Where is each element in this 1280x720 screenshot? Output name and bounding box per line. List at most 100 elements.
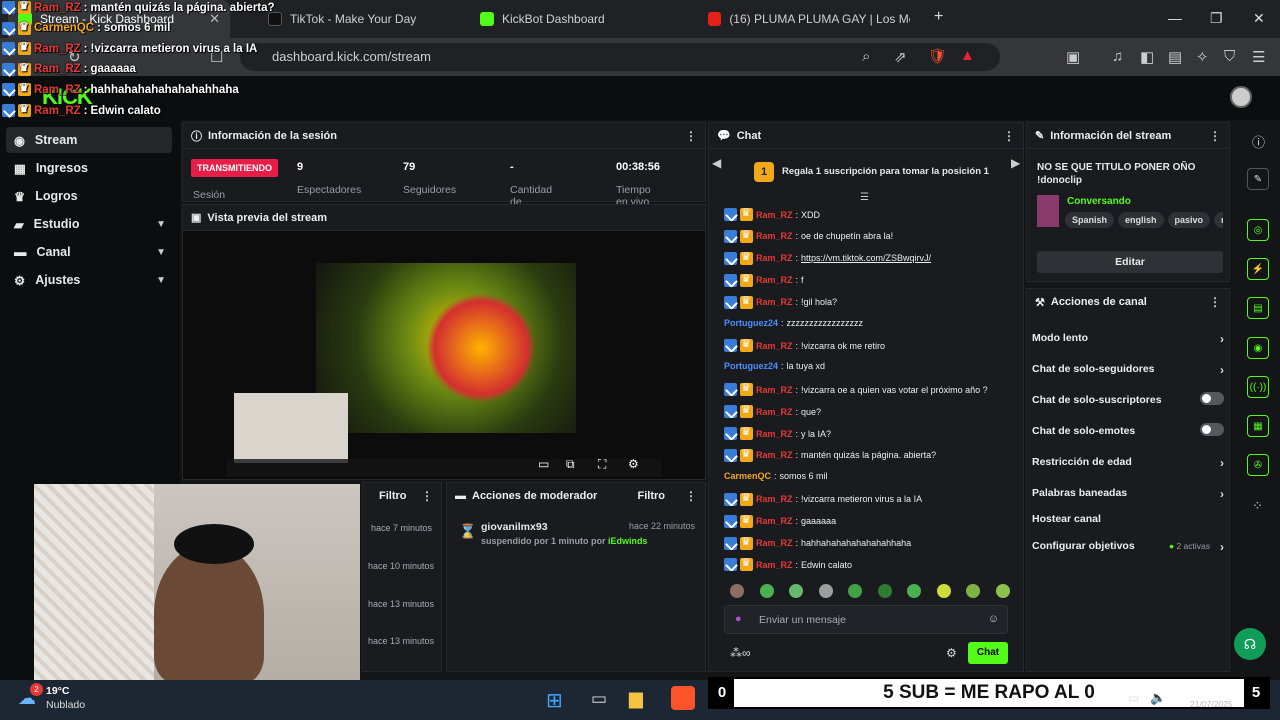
emote-icon[interactable] <box>818 584 833 598</box>
chat-username[interactable]: Ram_RZ <box>756 560 793 570</box>
emote-icon[interactable] <box>848 584 862 598</box>
volume-icon[interactable]: 🔈 <box>1150 690 1166 706</box>
new-tab-button[interactable]: + <box>934 8 943 26</box>
tab-kickbot[interactable]: KickBot Dashboard <box>470 0 690 38</box>
wallet-icon[interactable]: ▤ <box>1168 48 1182 66</box>
mod-entry-moderator[interactable]: iEdwinds <box>608 536 648 546</box>
share-icon[interactable]: ⇗ <box>894 48 907 66</box>
chat-username[interactable]: Ram_RZ <box>756 385 793 395</box>
sidebar-item-ingresos[interactable]: ▦ Ingresos <box>6 155 172 181</box>
action-host-channel[interactable]: Hostear canal <box>1032 513 1224 525</box>
brave-shield-icon[interactable]: 🛡 <box>928 47 947 65</box>
pinned-collapse-icon[interactable]: ☰ <box>860 192 869 203</box>
emotes-only-toggle[interactable] <box>1200 423 1224 436</box>
fullscreen-icon[interactable]: ⛶ <box>598 457 606 472</box>
chat-username[interactable]: Ram_RZ <box>756 297 793 307</box>
filter-button[interactable]: Filtro <box>638 490 666 502</box>
media-icon[interactable]: ♫ <box>1112 48 1123 65</box>
subscribers-only-toggle[interactable] <box>1200 392 1224 405</box>
emoji-icon[interactable]: ☺ <box>988 613 999 625</box>
chat-username[interactable]: Ram_RZ <box>756 231 793 241</box>
chat-text[interactable]: https://vm.tiktok.com/ZSBwqirvJ/ <box>801 253 931 263</box>
brave-rewards-icon[interactable]: ▲ <box>960 47 975 64</box>
weather-temp[interactable]: 19°C <box>46 685 69 697</box>
more-icon[interactable]: ⋮ <box>685 489 697 503</box>
windows-start-icon[interactable]: ⊞ <box>546 688 563 713</box>
chat-tools-icon[interactable]: ⁂∞ <box>730 646 751 660</box>
mic-icon[interactable]: ● <box>735 613 742 625</box>
tab-youtube[interactable]: (16) PLUMA PLUMA GAY | Los Moran <box>698 0 920 38</box>
zoom-icon[interactable]: ⌕ <box>862 48 870 65</box>
chat-username[interactable]: Ram_RZ <box>756 275 793 285</box>
mod-entry-user[interactable]: giovanilmx93 <box>481 521 548 533</box>
url-field[interactable]: dashboard.kick.com/stream <box>240 43 1000 71</box>
wrench-tool-icon[interactable]: ✇ <box>1247 454 1269 476</box>
bolt-tool-icon[interactable]: ⚡ <box>1247 258 1269 280</box>
layout-tool-icon[interactable]: ▦ <box>1247 415 1269 437</box>
more-icon[interactable]: ⋮ <box>1003 129 1015 143</box>
chat-username[interactable]: Ram_RZ <box>756 516 793 526</box>
broadcast-tool-icon[interactable]: ((·)) <box>1247 376 1269 398</box>
sidebar-toggle-icon[interactable]: ◧ <box>1140 48 1154 66</box>
captions-icon[interactable]: ▭ <box>538 457 549 471</box>
chat-username[interactable]: Ram_RZ <box>756 407 793 417</box>
gift-sub-promo[interactable]: Regala 1 suscripción para tomar la posic… <box>782 166 989 177</box>
chat-username[interactable]: Portuguez24 <box>724 361 778 371</box>
preview-controls[interactable] <box>226 459 662 477</box>
chat-tool-icon[interactable]: ◉ <box>1247 337 1269 359</box>
chat-username[interactable]: Ram_RZ <box>756 341 793 351</box>
chat-username[interactable]: Ram_RZ <box>756 538 793 548</box>
more-icon[interactable]: ⋮ <box>1209 295 1221 309</box>
close-window-icon[interactable]: ✕ <box>1253 10 1265 27</box>
chat-settings-icon[interactable]: ⚙ <box>946 646 957 660</box>
sidebar-item-estudio[interactable]: ▰ Estudio ▼ <box>6 211 172 237</box>
edit-tool-icon[interactable]: ✎ <box>1247 168 1269 190</box>
chat-username[interactable]: Ram_RZ <box>756 253 793 263</box>
chat-input[interactable]: ● Enviar un mensaje ☺ <box>724 605 1008 634</box>
more-icon[interactable]: ⋮ <box>421 489 433 503</box>
leo-icon[interactable]: ✧ <box>1196 48 1209 66</box>
brave-taskbar-icon[interactable] <box>671 686 695 710</box>
screenshot-tool-icon[interactable]: ◎ <box>1247 219 1269 241</box>
network-icon[interactable]: ▭ <box>1128 691 1139 705</box>
action-age-restriction[interactable]: Restricción de edad › <box>1032 456 1224 470</box>
stream-preview-video[interactable]: ▭ ⧉ ⛶ ⚙ <box>226 233 662 477</box>
action-followers-only[interactable]: Chat de solo-seguidores › <box>1032 363 1224 377</box>
action-banned-words[interactable]: Palabras baneadas › <box>1032 487 1224 501</box>
emote-icon[interactable] <box>730 584 744 598</box>
minimize-icon[interactable]: — <box>1168 10 1182 26</box>
clock-time[interactable]: 15:13 <box>1208 684 1234 696</box>
more-icon[interactable]: ⋮ <box>1209 129 1221 143</box>
chat-username[interactable]: Ram_RZ <box>756 494 793 504</box>
task-view-icon[interactable]: ▭ <box>591 689 607 709</box>
send-chat-button[interactable]: Chat <box>968 642 1008 664</box>
sidebar-item-ajustes[interactable]: ⚙ Ajustes ▼ <box>6 267 172 293</box>
action-goals[interactable]: Configurar objetivos ● 2 activas › <box>1032 540 1224 554</box>
chat-username[interactable]: Ram_RZ <box>756 450 793 460</box>
chat-username[interactable]: Portuguez24 <box>724 318 778 328</box>
vpn-icon[interactable]: ⛉ <box>1224 48 1235 65</box>
menu-icon[interactable]: ☰ <box>1252 48 1265 66</box>
emote-icon[interactable] <box>759 584 774 598</box>
tab-tiktok[interactable]: TikTok - Make Your Day <box>258 0 458 38</box>
sidebar-item-logros[interactable]: ♛ Logros <box>6 183 172 209</box>
chevron-right-icon[interactable]: ▶ <box>1011 156 1020 170</box>
chevron-left-icon[interactable]: ◀ <box>712 156 721 170</box>
sidebar-item-canal[interactable]: ▬ Canal ▼ <box>6 239 172 265</box>
emote-icon[interactable] <box>995 584 1010 598</box>
tab-search-icon[interactable]: ▣ <box>1066 48 1080 66</box>
emote-icon[interactable] <box>877 584 892 598</box>
clip-tool-icon[interactable]: ▤ <box>1247 297 1269 319</box>
more-icon[interactable]: ⋮ <box>685 129 697 143</box>
support-icon[interactable]: ☊ <box>1234 628 1266 660</box>
chat-username[interactable]: Ram_RZ <box>756 210 793 220</box>
settings-icon[interactable]: ⚙ <box>628 457 639 471</box>
edit-stream-button[interactable]: Editar <box>1037 251 1223 273</box>
sidebar-item-stream[interactable]: ◉ Stream <box>6 127 172 153</box>
action-slow-mode[interactable]: Modo lento › <box>1032 332 1224 346</box>
nodes-icon[interactable]: ⁘ <box>1252 498 1263 514</box>
emote-icon[interactable] <box>789 584 803 598</box>
chat-username[interactable]: Ram_RZ <box>756 429 793 439</box>
emote-icon[interactable] <box>907 584 921 598</box>
filter-button[interactable]: Filtro <box>379 490 407 502</box>
